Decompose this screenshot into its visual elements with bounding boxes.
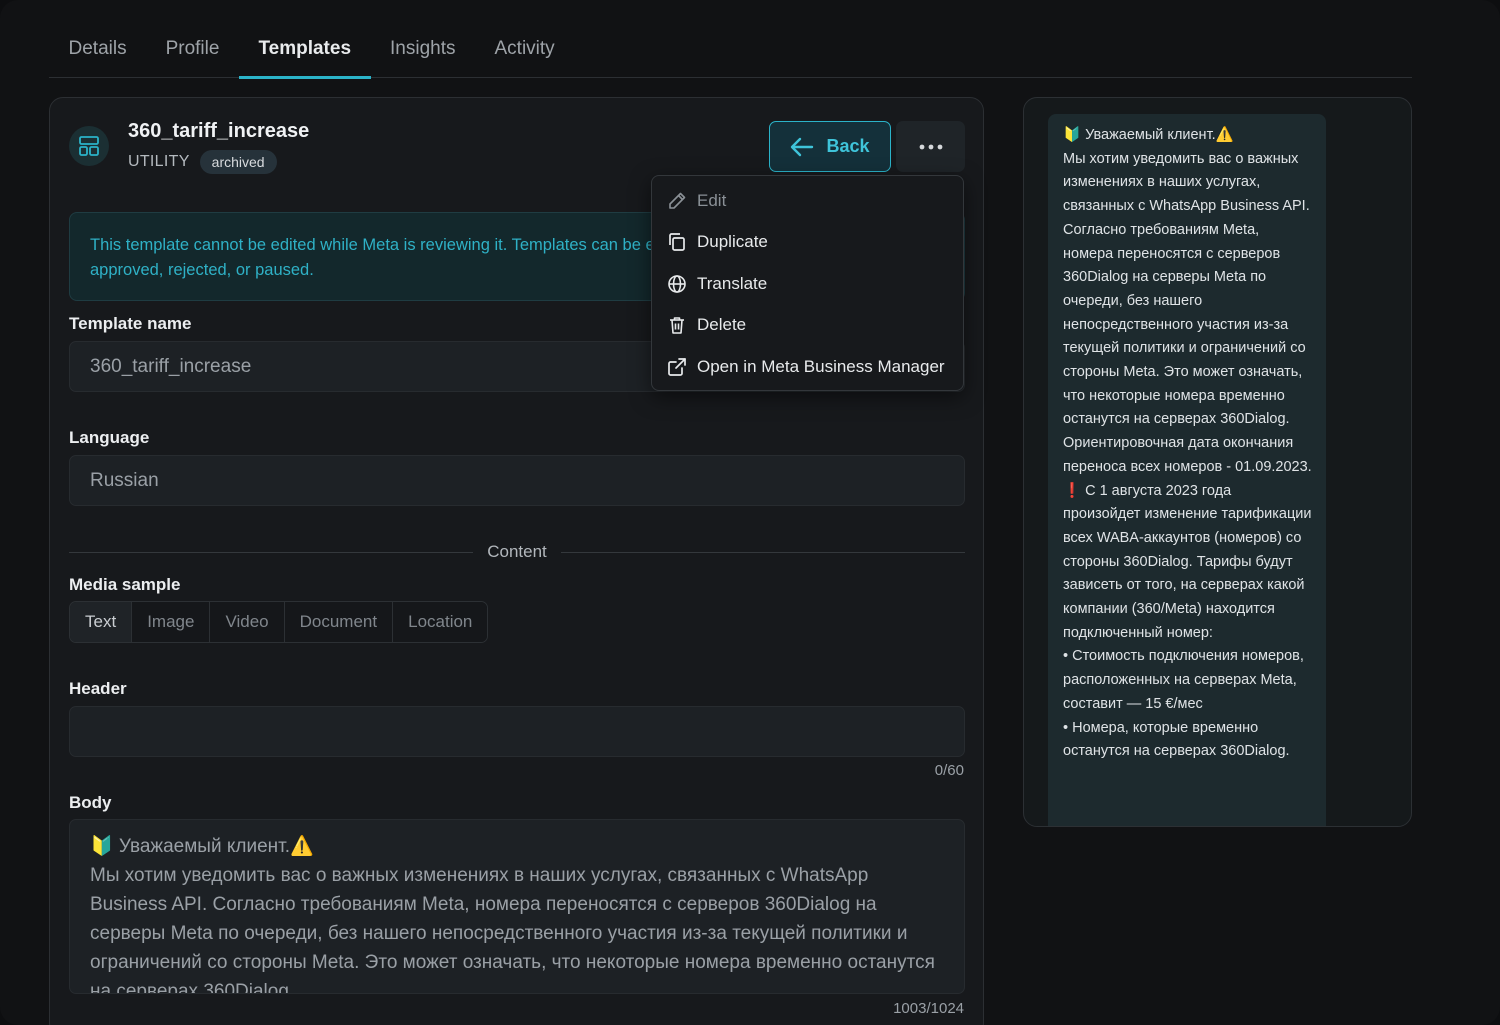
arrow-left-icon bbox=[791, 137, 814, 156]
content-divider-label: Content bbox=[487, 542, 547, 561]
template-title: 360_tariff_increase bbox=[128, 120, 310, 142]
template-layout-icon bbox=[69, 126, 109, 166]
menu-item-edit-label: Edit bbox=[697, 190, 727, 210]
media-option-location[interactable]: Location bbox=[393, 602, 488, 642]
tab-details[interactable]: Details bbox=[49, 28, 146, 78]
tab-profile[interactable]: Profile bbox=[146, 28, 239, 78]
media-sample-selector: Text Image Video Document Location bbox=[69, 601, 489, 643]
header-label: Header bbox=[69, 679, 127, 698]
media-sample-label: Media sample bbox=[69, 575, 181, 594]
menu-item-delete-label: Delete bbox=[697, 315, 747, 335]
media-option-video[interactable]: Video bbox=[210, 602, 285, 642]
more-options-button[interactable] bbox=[896, 121, 965, 172]
body-textarea[interactable]: 🔰 Уважаемый клиент.⚠️ Мы хотим уведомить… bbox=[69, 819, 965, 994]
template-category: UTILITY bbox=[128, 153, 190, 170]
header-input[interactable] bbox=[69, 706, 965, 757]
divider-line-left bbox=[69, 551, 474, 553]
tab-insights[interactable]: Insights bbox=[371, 28, 475, 78]
tab-templates[interactable]: Templates bbox=[238, 28, 371, 79]
message-preview-panel: 🔰 Уважаемый клиент.⚠️ Мы хотим уведомить… bbox=[1023, 97, 1412, 827]
divider-line-right bbox=[560, 551, 966, 553]
language-select[interactable]: Russian bbox=[69, 455, 965, 506]
media-option-text[interactable]: Text bbox=[70, 602, 133, 642]
language-label: Language bbox=[69, 428, 150, 447]
back-button-label: Back bbox=[826, 136, 870, 156]
menu-item-translate[interactable]: Translate bbox=[652, 263, 963, 305]
duplicate-icon bbox=[669, 233, 685, 252]
body-char-counter: 1003/1024 bbox=[893, 1000, 964, 1017]
menu-item-delete[interactable]: Delete bbox=[652, 305, 963, 347]
media-option-image[interactable]: Image bbox=[132, 602, 211, 642]
menu-item-translate-label: Translate bbox=[697, 273, 768, 293]
menu-item-duplicate-label: Duplicate bbox=[697, 232, 768, 252]
template-name-label: Template name bbox=[69, 314, 192, 333]
more-dots-icon bbox=[919, 144, 942, 149]
menu-item-open-meta-label: Open in Meta Business Manager bbox=[697, 356, 945, 376]
pencil-icon bbox=[669, 192, 686, 209]
external-link-icon bbox=[668, 357, 686, 376]
template-meta: UTILITY archived bbox=[128, 150, 277, 174]
tab-bar: Details Profile Templates Insights Activ… bbox=[49, 28, 1412, 79]
menu-item-edit[interactable]: Edit bbox=[652, 180, 963, 222]
back-button[interactable]: Back bbox=[769, 121, 891, 172]
media-option-document[interactable]: Document bbox=[284, 602, 394, 642]
menu-item-duplicate[interactable]: Duplicate bbox=[652, 222, 963, 264]
body-label: Body bbox=[69, 793, 112, 812]
more-options-menu: Edit Duplicate Translate Delete Open in … bbox=[651, 175, 964, 391]
header-char-counter: 0/60 bbox=[934, 762, 964, 779]
message-preview-bubble: 🔰 Уважаемый клиент.⚠️ Мы хотим уведомить… bbox=[1048, 114, 1326, 826]
status-badge: archived bbox=[199, 150, 277, 174]
content-divider: Content bbox=[69, 540, 966, 564]
tab-activity[interactable]: Activity bbox=[475, 28, 574, 78]
globe-icon bbox=[668, 274, 686, 293]
menu-item-open-meta[interactable]: Open in Meta Business Manager bbox=[652, 346, 963, 388]
trash-icon bbox=[670, 317, 684, 335]
